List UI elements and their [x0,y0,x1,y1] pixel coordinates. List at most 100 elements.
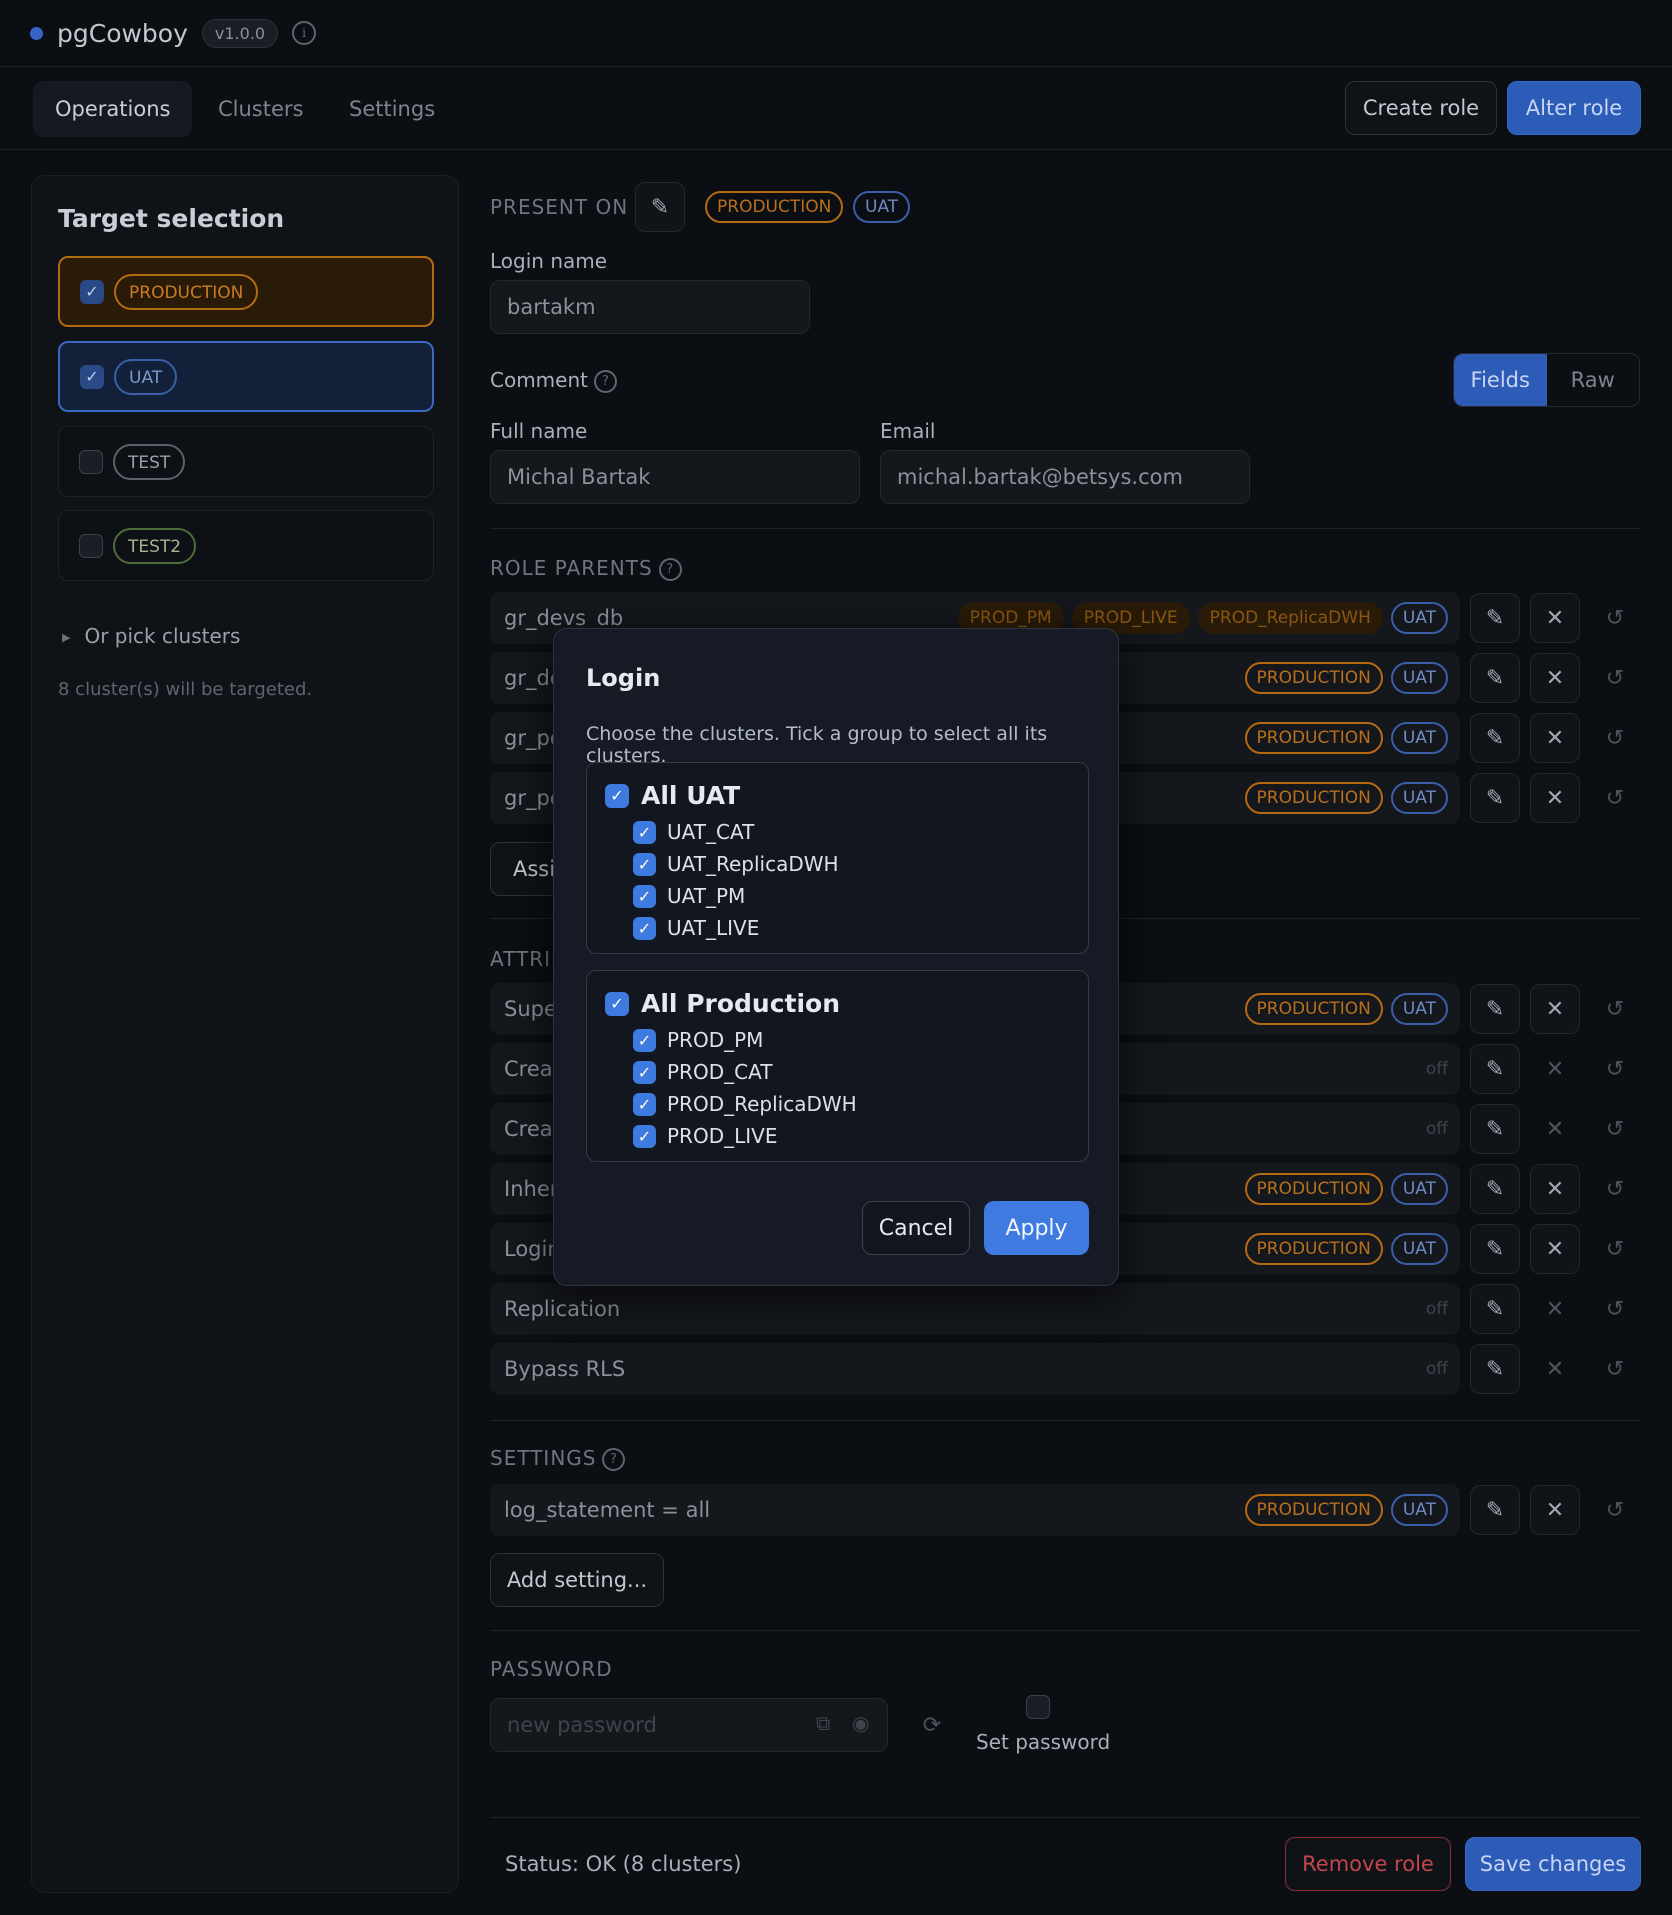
info-icon[interactable]: i [292,21,317,45]
cluster-label: PROD_PM [667,1028,764,1052]
target-uat-checkbox[interactable]: ✓ [80,364,104,389]
remove-button[interactable]: ✕ [1530,984,1580,1034]
target-uat-label: UAT [114,358,178,395]
off-label: off [1425,1359,1448,1379]
remove-button[interactable]: ✕ [1530,1485,1580,1535]
group-checkbox[interactable]: ✓ [605,991,629,1016]
group-header[interactable]: ✓ All UAT [605,781,740,810]
remove-button[interactable]: ✕ [1530,1164,1580,1214]
tab-operations[interactable]: Operations [33,81,193,137]
cluster-item[interactable]: ✓ UAT_ReplicaDWH [633,852,839,876]
target-test[interactable]: TEST [58,426,434,497]
toggle-fields[interactable]: Fields [1454,354,1547,406]
tab-settings[interactable]: Settings [327,81,457,137]
pick-clusters-toggle[interactable]: ▶ Or pick clusters [62,624,240,648]
revert-button[interactable]: ↺ [1590,1344,1640,1394]
target-production-checkbox[interactable]: ✓ [80,279,104,304]
revert-button[interactable]: ↺ [1590,1164,1640,1214]
copy-icon[interactable]: ⧉ [816,1711,830,1735]
alter-role-button[interactable]: Alter role [1507,81,1641,135]
edit-button[interactable]: ✎ [1470,1485,1520,1535]
target-production[interactable]: ✓ PRODUCTION [58,256,434,327]
cluster-item[interactable]: ✓ PROD_LIVE [633,1124,777,1148]
remove-button[interactable]: ✕ [1530,1344,1580,1394]
cluster-checkbox[interactable]: ✓ [633,1092,656,1116]
create-role-button[interactable]: Create role [1345,81,1497,135]
revert-button[interactable]: ↺ [1590,773,1640,823]
toggle-raw[interactable]: Raw [1547,354,1640,406]
remove-button[interactable]: ✕ [1530,773,1580,823]
edit-button[interactable]: ✎ [1470,773,1520,823]
revert-button[interactable]: ↺ [1590,1224,1640,1274]
full-name-field[interactable]: Michal Bartak [490,450,860,504]
help-icon[interactable]: ? [594,370,617,393]
revert-button[interactable]: ↺ [1590,1104,1640,1154]
cluster-checkbox[interactable]: ✓ [633,852,656,876]
target-test2-checkbox[interactable] [79,533,103,558]
save-changes-button[interactable]: Save changes [1465,1837,1641,1891]
cluster-checkbox[interactable]: ✓ [633,916,656,940]
remove-button[interactable]: ✕ [1530,1224,1580,1274]
edit-button[interactable]: ✎ [1470,1104,1520,1154]
remove-button[interactable]: ✕ [1530,653,1580,703]
cancel-button[interactable]: Cancel [862,1201,970,1255]
cluster-item[interactable]: ✓ UAT_PM [633,884,745,908]
edit-present-on-button[interactable]: ✎ [635,182,685,232]
close-icon: ✕ [1545,1056,1565,1082]
eye-icon[interactable]: ◉ [852,1711,869,1735]
regenerate-button[interactable]: ⟳ [907,1700,957,1750]
email-field[interactable]: michal.bartak@betsys.com [880,450,1250,504]
cluster-item[interactable]: ✓ UAT_CAT [633,820,754,844]
pencil-icon: ✎ [1485,1176,1505,1202]
login-name-field[interactable]: bartakm [490,280,810,334]
cluster-checkbox[interactable]: ✓ [633,1028,656,1052]
target-uat[interactable]: ✓ UAT [58,341,434,412]
set-password-label: Set password [976,1730,1111,1754]
cluster-item[interactable]: ✓ PROD_ReplicaDWH [633,1092,857,1116]
edit-button[interactable]: ✎ [1470,984,1520,1034]
edit-button[interactable]: ✎ [1470,593,1520,643]
undo-icon: ↺ [1605,785,1625,811]
cluster-item[interactable]: ✓ PROD_CAT [633,1060,772,1084]
edit-button[interactable]: ✎ [1470,1224,1520,1274]
cluster-item[interactable]: ✓ UAT_LIVE [633,916,759,940]
revert-button[interactable]: ↺ [1590,1485,1640,1535]
help-icon[interactable]: ? [602,1448,626,1471]
group-checkbox[interactable]: ✓ [605,783,629,808]
target-test-checkbox[interactable] [79,449,103,474]
apply-button[interactable]: Apply [984,1201,1089,1255]
divider [490,1817,1640,1818]
revert-button[interactable]: ↺ [1590,984,1640,1034]
help-icon[interactable]: ? [658,558,682,581]
remove-button[interactable]: ✕ [1530,593,1580,643]
revert-button[interactable]: ↺ [1590,713,1640,763]
pencil-icon: ✎ [1485,1116,1505,1142]
edit-button[interactable]: ✎ [1470,1284,1520,1334]
undo-icon: ↺ [1605,725,1625,751]
cluster-item[interactable]: ✓ PROD_PM [633,1028,763,1052]
remove-button[interactable]: ✕ [1530,713,1580,763]
revert-button[interactable]: ↺ [1590,593,1640,643]
refresh-icon: ⟳ [922,1712,942,1738]
edit-button[interactable]: ✎ [1470,713,1520,763]
revert-button[interactable]: ↺ [1590,653,1640,703]
revert-button[interactable]: ↺ [1590,1044,1640,1094]
cluster-checkbox[interactable]: ✓ [633,820,656,844]
edit-button[interactable]: ✎ [1470,1044,1520,1094]
edit-button[interactable]: ✎ [1470,1344,1520,1394]
edit-button[interactable]: ✎ [1470,653,1520,703]
add-setting-button[interactable]: Add setting... [490,1553,664,1607]
remove-button[interactable]: ✕ [1530,1104,1580,1154]
remove-button[interactable]: ✕ [1530,1284,1580,1334]
cluster-checkbox[interactable]: ✓ [633,1060,656,1084]
target-test2[interactable]: TEST2 [58,510,434,581]
group-header[interactable]: ✓ All Production [605,989,840,1018]
remove-button[interactable]: ✕ [1530,1044,1580,1094]
cluster-checkbox[interactable]: ✓ [633,884,656,908]
edit-button[interactable]: ✎ [1470,1164,1520,1214]
remove-role-button[interactable]: Remove role [1285,1837,1451,1891]
tab-clusters[interactable]: Clusters [196,81,325,137]
cluster-checkbox[interactable]: ✓ [633,1124,656,1148]
set-password-checkbox[interactable] [1026,1695,1050,1719]
revert-button[interactable]: ↺ [1590,1284,1640,1334]
